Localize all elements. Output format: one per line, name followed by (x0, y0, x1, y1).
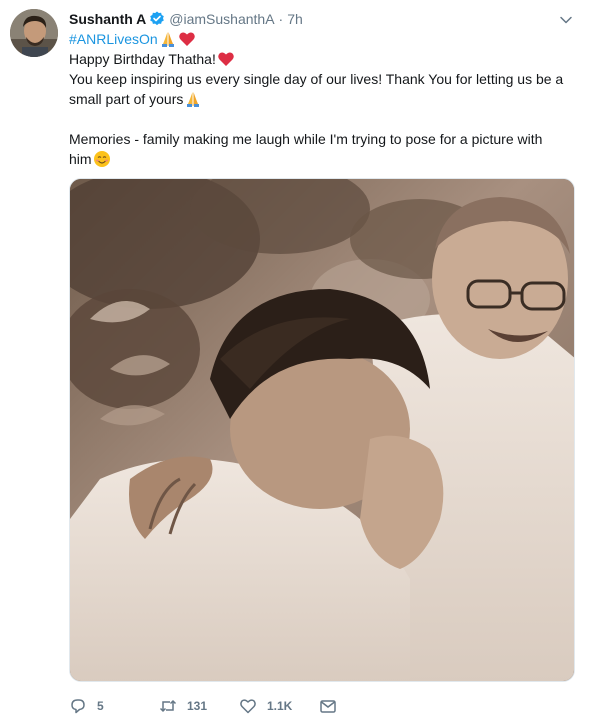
retweet-count: 131 (187, 699, 208, 713)
red-heart-icon (178, 30, 196, 48)
tweet-header: Sushanth A @iamSushanthA · 7h (69, 9, 303, 29)
text-line-3: small part of yours (69, 89, 569, 109)
tweet-photo[interactable] (69, 178, 575, 682)
avatar-image (10, 9, 58, 57)
tweet-actions: 5 131 1.1K (69, 694, 369, 718)
verified-badge-icon (149, 11, 165, 27)
reply-count: 5 (97, 699, 104, 713)
text-line-2-content: You keep inspiring us every single day o… (69, 71, 564, 87)
red-heart-icon (217, 50, 235, 68)
direct-message-button[interactable] (319, 697, 337, 715)
text-line-4-content: Memories - family making me laugh while … (69, 131, 543, 147)
hashtag-line: #ANRLivesOn (69, 29, 569, 49)
text-line-1-content: Happy Birthday Thatha! (69, 51, 216, 67)
tweet-timestamp[interactable]: 7h (287, 11, 303, 27)
author-name[interactable]: Sushanth A (69, 11, 146, 27)
folded-hands-icon (159, 30, 177, 48)
retweet-button[interactable]: 131 (159, 697, 239, 715)
author-handle[interactable]: @iamSushanthA (169, 11, 274, 27)
text-line-5-content: him (69, 151, 92, 167)
text-line-3-content: small part of yours (69, 91, 184, 107)
avatar[interactable] (10, 9, 58, 57)
smiling-face-icon (93, 150, 111, 168)
folded-hands-icon (184, 90, 202, 108)
heart-icon (240, 699, 256, 714)
text-line-5: him (69, 149, 569, 169)
like-count: 1.1K (267, 699, 293, 713)
like-button[interactable]: 1.1K (239, 697, 319, 715)
text-line-2: You keep inspiring us every single day o… (69, 69, 569, 89)
separator-dot: · (278, 11, 284, 27)
photo-image (70, 179, 574, 681)
chevron-down-icon[interactable] (558, 12, 574, 28)
retweet-icon (159, 699, 177, 713)
tweet-text: #ANRLivesOn Happy Birthday Thatha! You k… (69, 29, 569, 169)
reply-icon (71, 699, 85, 714)
reply-button[interactable]: 5 (69, 697, 159, 715)
envelope-icon (320, 700, 336, 713)
tweet: Sushanth A @iamSushanthA · 7h #ANRLivesO… (0, 0, 589, 722)
text-line-1: Happy Birthday Thatha! (69, 49, 569, 69)
text-line-4: Memories - family making me laugh while … (69, 129, 569, 149)
hashtag-link[interactable]: #ANRLivesOn (69, 29, 158, 49)
